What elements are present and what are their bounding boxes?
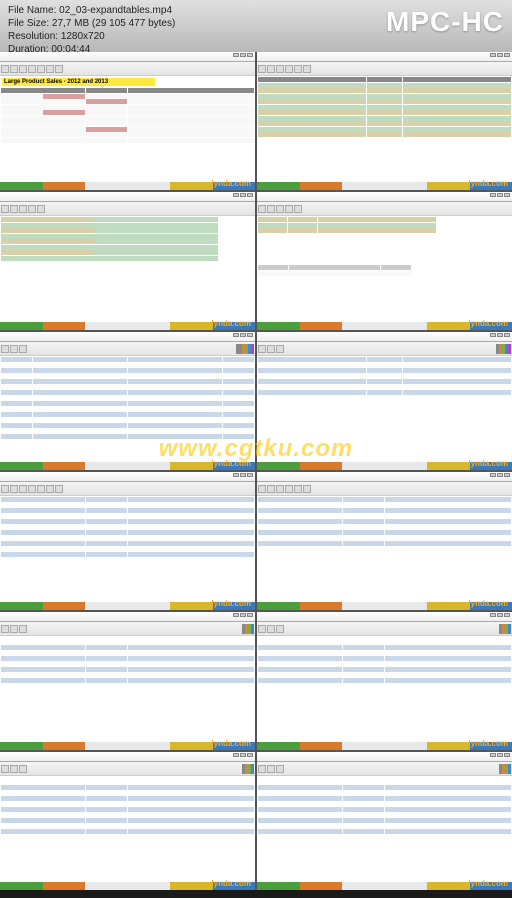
lynda-watermark: lynda.com [468, 459, 508, 468]
ribbon-toolbar [257, 342, 512, 356]
lynda-watermark: lynda.com [211, 599, 251, 608]
lynda-watermark: lynda.com [211, 739, 251, 748]
spreadsheet-body [0, 636, 255, 736]
ribbon-toolbar [0, 622, 255, 636]
thumbnail-6[interactable]: lynda.com [257, 332, 512, 470]
ribbon-toolbar [0, 62, 255, 76]
ribbon-toolbar [257, 762, 512, 776]
window-titlebar [0, 752, 255, 762]
thumbnail-12[interactable]: lynda.com [257, 752, 512, 890]
thumbnail-2[interactable]: lynda.com [257, 52, 512, 190]
ribbon-toolbar [0, 202, 255, 216]
filename-label: File Name: [8, 5, 56, 16]
lynda-watermark: lynda.com [468, 319, 508, 328]
lynda-watermark: lynda.com [211, 879, 251, 888]
spreadsheet-body [0, 356, 255, 456]
spreadsheet-body [257, 216, 512, 316]
window-titlebar [0, 192, 255, 202]
media-info-bar: File Name: 02_03-expandtables.mp4 File S… [0, 0, 512, 52]
window-titlebar [257, 332, 512, 342]
spreadsheet-body [257, 496, 512, 596]
thumbnail-11[interactable]: lynda.com [0, 752, 255, 890]
window-titlebar [257, 752, 512, 762]
ribbon-toolbar [0, 762, 255, 776]
ribbon-toolbar [257, 622, 512, 636]
lynda-watermark: lynda.com [468, 739, 508, 748]
ribbon-toolbar [257, 202, 512, 216]
spreadsheet-body [0, 776, 255, 876]
thumbnail-9[interactable]: lynda.com [0, 612, 255, 750]
thumbnail-4[interactable]: lynda.com [257, 192, 512, 330]
spreadsheet-body [0, 216, 255, 316]
resolution-label: Resolution: [8, 31, 58, 42]
thumbnail-3[interactable]: lynda.com [0, 192, 255, 330]
window-titlebar [257, 612, 512, 622]
sheet-title: Large Product Sales - 2012 and 2013 [2, 78, 155, 86]
window-titlebar [0, 332, 255, 342]
window-titlebar [257, 472, 512, 482]
lynda-watermark: lynda.com [468, 879, 508, 888]
thumbnail-7[interactable]: lynda.com [0, 472, 255, 610]
duration-label: Duration: [8, 44, 49, 55]
thumbnail-5[interactable]: lynda.com [0, 332, 255, 470]
filename-value: 02_03-expandtables.mp4 [59, 5, 172, 16]
ribbon-toolbar [0, 482, 255, 496]
spreadsheet-body [257, 356, 512, 456]
ribbon-toolbar [257, 482, 512, 496]
app-title: MPC-HC [386, 6, 504, 38]
lynda-watermark: lynda.com [468, 599, 508, 608]
window-titlebar [0, 472, 255, 482]
lynda-watermark: lynda.com [211, 179, 251, 188]
thumbnail-8[interactable]: lynda.com [257, 472, 512, 610]
spreadsheet-body [0, 496, 255, 596]
window-titlebar [0, 612, 255, 622]
window-titlebar [257, 192, 512, 202]
resolution-value: 1280x720 [61, 31, 105, 42]
lynda-watermark: lynda.com [211, 459, 251, 468]
filesize-value: 27,7 MB (29 105 477 bytes) [52, 18, 175, 29]
thumbnail-10[interactable]: lynda.com [257, 612, 512, 750]
lynda-watermark: lynda.com [468, 179, 508, 188]
thumbnail-1[interactable]: Large Product Sales - 2012 and 2013 lynd… [0, 52, 255, 190]
filesize-label: File Size: [8, 18, 49, 29]
thumbnail-grid: Large Product Sales - 2012 and 2013 lynd… [0, 52, 512, 890]
spreadsheet-body: Large Product Sales - 2012 and 2013 [0, 76, 255, 176]
spreadsheet-body [257, 776, 512, 876]
ribbon-toolbar [0, 342, 255, 356]
ribbon-toolbar [257, 62, 512, 76]
spreadsheet-body [257, 76, 512, 176]
lynda-watermark: lynda.com [211, 319, 251, 328]
spreadsheet-body [257, 636, 512, 736]
duration-value: 00:04:44 [51, 44, 90, 55]
